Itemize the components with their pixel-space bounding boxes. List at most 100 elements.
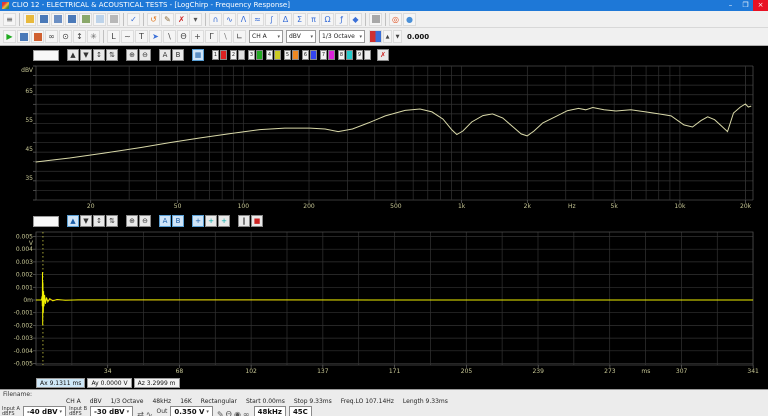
minimize-button[interactable]: – <box>723 0 738 11</box>
marker-a-button[interactable]: + <box>205 215 217 227</box>
open-button[interactable] <box>23 13 36 26</box>
analysis-logchirp-icon[interactable]: Λ <box>237 13 250 26</box>
output-level-select[interactable]: 0.350 V▾ <box>170 406 213 416</box>
loop-icon[interactable]: ∞ <box>243 410 250 416</box>
channel-b-button[interactable]: B <box>172 215 184 227</box>
import-button[interactable] <box>79 13 92 26</box>
marker-b-button[interactable]: + <box>218 215 230 227</box>
print-button[interactable] <box>107 13 120 26</box>
temperature-box[interactable]: 45C <box>289 406 312 416</box>
export-button[interactable] <box>65 13 78 26</box>
help-lifebuoy-icon[interactable]: ◎ <box>389 13 402 26</box>
smoothing-button[interactable]: ~ <box>121 30 134 43</box>
zoom-out-button[interactable]: ⊖ <box>139 49 151 61</box>
curve-slot-6-button[interactable]: 6 <box>302 50 309 60</box>
decay-button[interactable]: \ <box>219 30 232 43</box>
analysis-impedance-icon[interactable]: Σ <box>293 13 306 26</box>
curve-slot-7-color[interactable] <box>328 50 335 60</box>
frequency-response-chart[interactable]: 20501002005001k2k5k10k20kHzdBV65554535 <box>0 62 768 213</box>
zoom-out-button[interactable]: ⊖ <box>139 215 151 227</box>
save-as-button[interactable] <box>51 13 64 26</box>
marker-value-az[interactable]: Az 3.2999 m <box>134 378 180 388</box>
start-button[interactable]: ▶ <box>3 30 16 43</box>
loop-icon[interactable]: ∞ <box>45 30 58 43</box>
verify-button[interactable]: ✓ <box>127 13 140 26</box>
curve-slot-6-color[interactable] <box>310 50 317 60</box>
timer-icon[interactable]: Θ <box>226 410 232 416</box>
curve-slot-7-button[interactable]: 7 <box>320 50 327 60</box>
curve-slot-2-button[interactable]: 2 <box>230 50 237 60</box>
autorange-icon[interactable]: ↕ <box>73 30 86 43</box>
online-help-icon[interactable]: ● <box>403 13 416 26</box>
io-swap-icon[interactable]: ⇄ <box>137 410 144 416</box>
compress-y-button[interactable]: ⇅ <box>106 215 118 227</box>
units-select[interactable]: dBV▾ <box>286 30 316 43</box>
expand-y-button[interactable]: ↕ <box>93 49 105 61</box>
hold-button[interactable]: ‖ <box>238 215 250 227</box>
pointer-button[interactable]: ➤ <box>149 30 162 43</box>
marker-button[interactable]: + <box>191 30 204 43</box>
channel-b-button[interactable]: B <box>172 49 184 61</box>
delay-up-button[interactable]: ▲ <box>383 30 392 43</box>
slope-button[interactable]: \ <box>163 30 176 43</box>
samplerate-box[interactable]: 48kHz <box>254 406 286 416</box>
marker-value-ax[interactable]: Ax 9.1311 ms <box>36 378 85 388</box>
marker-color-icon[interactable] <box>369 30 382 43</box>
curve-slot-5-button[interactable]: 5 <box>284 50 291 60</box>
marker-value-ay[interactable]: Ay 0.0000 V <box>87 378 131 388</box>
channel-a-button[interactable]: A <box>159 215 171 227</box>
curve-slot-5-color[interactable] <box>292 50 299 60</box>
cd-player-icon[interactable]: ◉ <box>234 410 241 416</box>
edit-button[interactable]: ✎ <box>161 13 174 26</box>
analysis-thd-icon[interactable]: π <box>307 13 320 26</box>
impulse-response-chart[interactable]: 3468102137171205239273307341ms0.0050.004… <box>0 228 768 378</box>
scale-button[interactable]: L <box>107 30 120 43</box>
stop-button[interactable]: ■ <box>251 215 263 227</box>
smoothing-select[interactable]: 1/3 Octave▾ <box>319 30 365 43</box>
curve-slot-1-color[interactable] <box>220 50 227 60</box>
corner-button[interactable]: ∟ <box>233 30 246 43</box>
analysis-rc-icon[interactable]: ◆ <box>349 13 362 26</box>
move-up-button[interactable]: ▲ <box>67 49 79 61</box>
mic-icon[interactable]: ⊙ <box>59 30 72 43</box>
folder-button[interactable] <box>93 13 106 26</box>
settings-icon[interactable]: ✳ <box>87 30 100 43</box>
close-button[interactable]: × <box>753 0 768 11</box>
curve-slot-2-color[interactable] <box>238 50 245 60</box>
curve-slot-8-color[interactable] <box>346 50 353 60</box>
step-button[interactable]: Γ <box>205 30 218 43</box>
refresh-button[interactable]: ↺ <box>147 13 160 26</box>
compress-y-button[interactable]: ⇅ <box>106 49 118 61</box>
channel-a-button[interactable]: A <box>159 49 171 61</box>
balance-button[interactable]: T <box>135 30 148 43</box>
analysis-mls-icon[interactable]: ∿ <box>223 13 236 26</box>
zoom-in-button[interactable]: ⊕ <box>126 49 138 61</box>
marker-main-button[interactable]: + <box>192 215 204 227</box>
generator-icon[interactable]: ∿ <box>146 410 153 416</box>
analysis-meter-icon[interactable]: Ω <box>321 13 334 26</box>
legend-button[interactable] <box>31 30 44 43</box>
delete-dropdown[interactable]: ▾ <box>189 13 202 26</box>
expand-y-button[interactable]: ↕ <box>93 215 105 227</box>
curve-slot-1-button[interactable]: 1 <box>212 50 219 60</box>
move-down-button[interactable]: ▼ <box>80 215 92 227</box>
analysis-directivity-icon[interactable]: Δ <box>279 13 292 26</box>
delay-down-button[interactable]: ▼ <box>393 30 402 43</box>
style-button[interactable]: ▦ <box>192 49 204 61</box>
input-a-range-select[interactable]: -40 dBV▾ <box>23 406 66 416</box>
curve-slot-8-button[interactable]: 8 <box>338 50 345 60</box>
analysis-waterfall-icon[interactable]: ∫ <box>265 13 278 26</box>
phase-button[interactable]: Θ <box>177 30 190 43</box>
maximize-button[interactable]: ❐ <box>738 0 753 11</box>
title-bar[interactable]: CLIO 12 - ELECTRICAL & ACOUSTICAL TESTS … <box>0 0 768 11</box>
channel-select[interactable]: CH A▾ <box>249 30 283 43</box>
save-result-button[interactable] <box>17 30 30 43</box>
attach-button[interactable] <box>369 13 382 26</box>
delete-button[interactable]: ✗ <box>175 13 188 26</box>
analysis-fa-icon[interactable]: ƒ <box>335 13 348 26</box>
zoom-in-button[interactable]: ⊕ <box>126 215 138 227</box>
menu-icon[interactable]: ≡ <box>3 13 16 26</box>
curve-slot-9-color[interactable] <box>364 50 371 60</box>
save-button[interactable] <box>37 13 50 26</box>
clear-curves-button[interactable]: ✗ <box>377 49 389 61</box>
